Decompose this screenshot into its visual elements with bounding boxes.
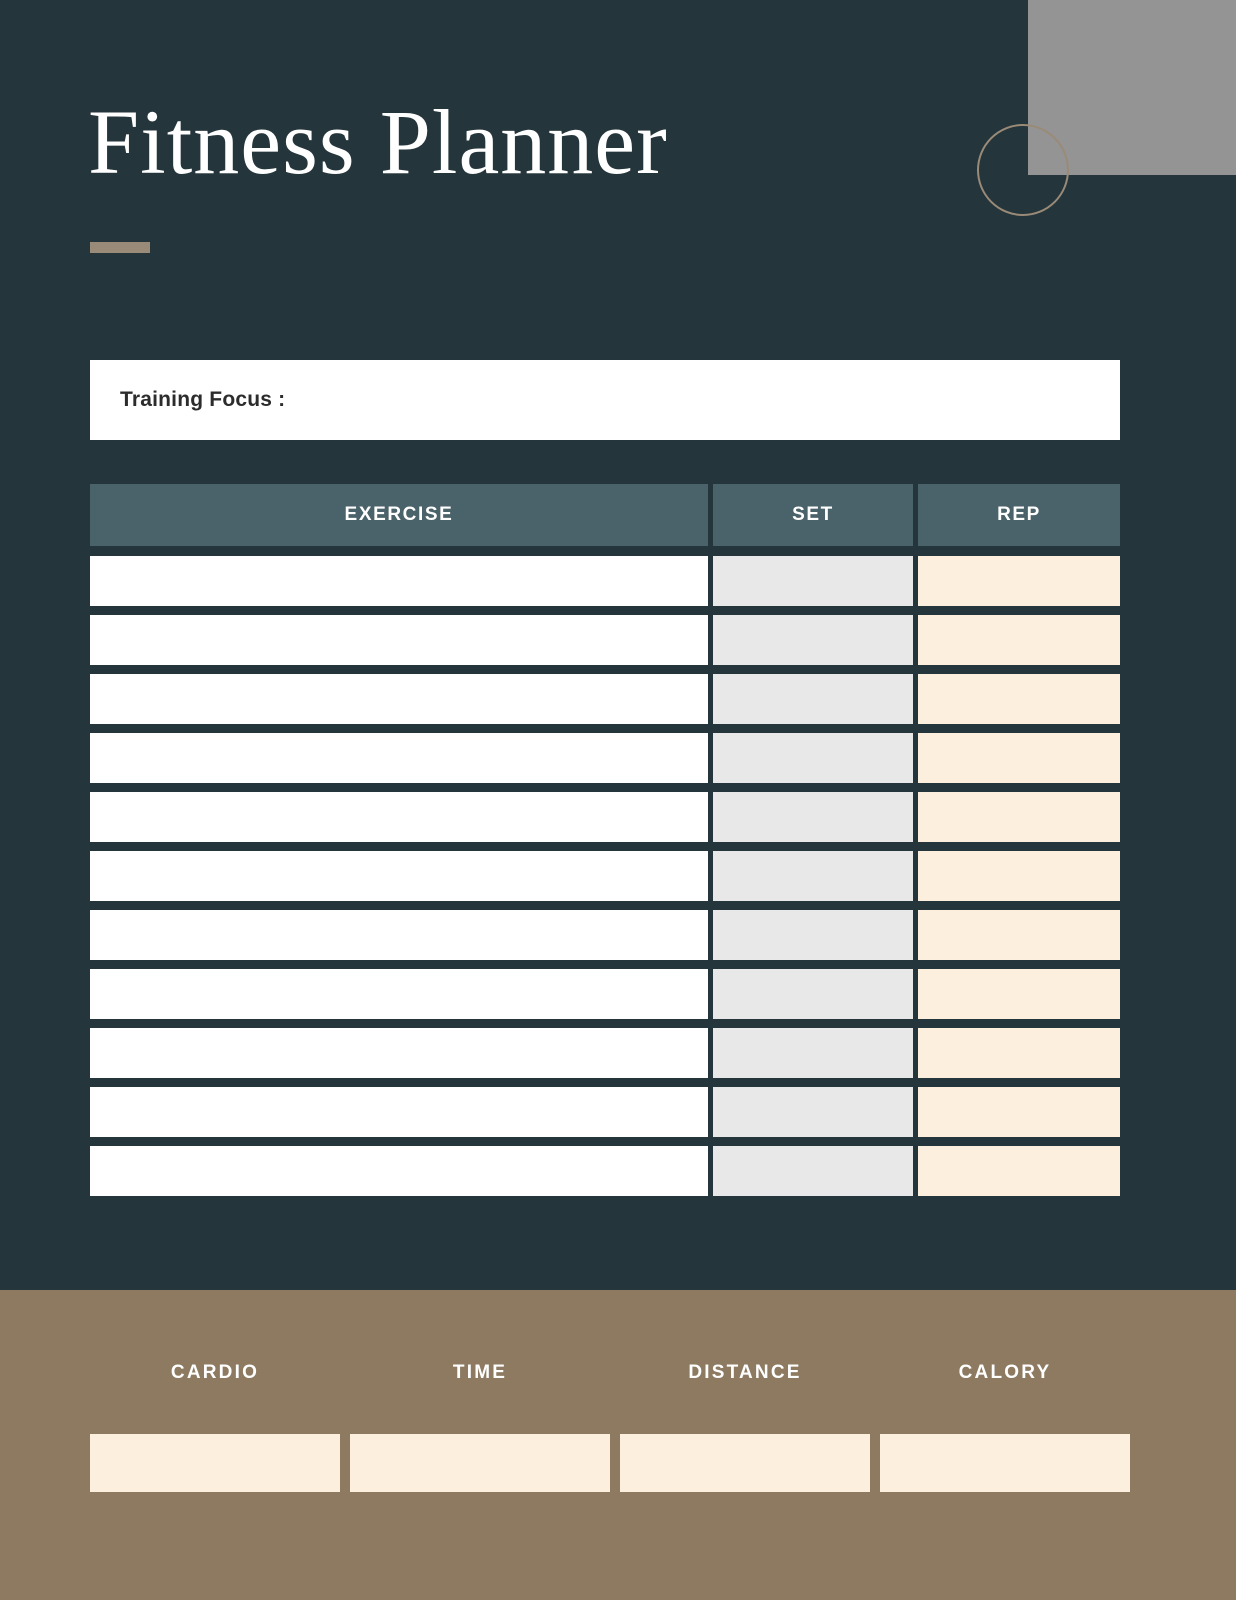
circle-outline-decoration bbox=[977, 124, 1069, 216]
set-input-cell[interactable] bbox=[713, 792, 913, 842]
set-input-cell[interactable] bbox=[713, 969, 913, 1019]
table-row bbox=[90, 792, 1120, 842]
cardio-label-cardio: CARDIO bbox=[170, 1362, 260, 1383]
exercise-input-cell[interactable] bbox=[90, 1087, 708, 1137]
exercise-input-cell[interactable] bbox=[90, 851, 708, 901]
set-input-cell[interactable] bbox=[713, 615, 913, 665]
training-focus-field[interactable]: Training Focus : bbox=[90, 360, 1120, 440]
set-input-cell[interactable] bbox=[713, 556, 913, 606]
exercise-input-cell[interactable] bbox=[90, 969, 708, 1019]
rep-input-cell[interactable] bbox=[918, 792, 1120, 842]
set-input-cell[interactable] bbox=[713, 851, 913, 901]
exercise-input-cell[interactable] bbox=[90, 792, 708, 842]
exercise-input-cell[interactable] bbox=[90, 910, 708, 960]
training-focus-label: Training Focus : bbox=[120, 388, 286, 411]
exercise-table: EXERCISE SET REP bbox=[90, 484, 1120, 1205]
cardio-fields-row bbox=[90, 1434, 1130, 1492]
rep-input-cell[interactable] bbox=[918, 969, 1120, 1019]
table-row bbox=[90, 1087, 1120, 1137]
column-header-set: SET bbox=[713, 484, 913, 546]
cardio-label-time: TIME bbox=[452, 1362, 508, 1383]
cardio-input-time[interactable] bbox=[350, 1434, 610, 1492]
set-input-cell[interactable] bbox=[713, 733, 913, 783]
rep-input-cell[interactable] bbox=[918, 1087, 1120, 1137]
set-input-cell[interactable] bbox=[713, 910, 913, 960]
rep-input-cell[interactable] bbox=[918, 1146, 1120, 1196]
cardio-section: CARDIO TIME DISTANCE CALORY bbox=[0, 1290, 1236, 1600]
column-header-exercise: EXERCISE bbox=[90, 484, 708, 546]
cardio-input-calory[interactable] bbox=[880, 1434, 1130, 1492]
set-input-cell[interactable] bbox=[713, 1087, 913, 1137]
table-row bbox=[90, 733, 1120, 783]
cardio-label-calory: CALORY bbox=[958, 1362, 1052, 1383]
rep-input-cell[interactable] bbox=[918, 733, 1120, 783]
set-input-cell[interactable] bbox=[713, 674, 913, 724]
cardio-input-distance[interactable] bbox=[620, 1434, 870, 1492]
cardio-labels-row: CARDIO TIME DISTANCE CALORY bbox=[90, 1362, 1120, 1384]
table-row bbox=[90, 1028, 1120, 1078]
page-title: Fitness Planner bbox=[88, 91, 668, 193]
rep-input-cell[interactable] bbox=[918, 910, 1120, 960]
rep-input-cell[interactable] bbox=[918, 1028, 1120, 1078]
table-body bbox=[90, 556, 1120, 1196]
set-input-cell[interactable] bbox=[713, 1028, 913, 1078]
table-row bbox=[90, 674, 1120, 724]
exercise-input-cell[interactable] bbox=[90, 1028, 708, 1078]
column-header-rep: REP bbox=[918, 484, 1120, 546]
table-row bbox=[90, 910, 1120, 960]
cardio-label-distance: DISTANCE bbox=[688, 1362, 802, 1383]
table-row bbox=[90, 969, 1120, 1019]
table-header-row: EXERCISE SET REP bbox=[90, 484, 1120, 546]
title-accent-bar bbox=[90, 242, 150, 253]
exercise-input-cell[interactable] bbox=[90, 674, 708, 724]
exercise-input-cell[interactable] bbox=[90, 733, 708, 783]
table-row bbox=[90, 615, 1120, 665]
exercise-input-cell[interactable] bbox=[90, 1146, 708, 1196]
exercise-input-cell[interactable] bbox=[90, 556, 708, 606]
exercise-input-cell[interactable] bbox=[90, 615, 708, 665]
cardio-input-cardio[interactable] bbox=[90, 1434, 340, 1492]
table-row bbox=[90, 556, 1120, 606]
rep-input-cell[interactable] bbox=[918, 851, 1120, 901]
set-input-cell[interactable] bbox=[713, 1146, 913, 1196]
rep-input-cell[interactable] bbox=[918, 674, 1120, 724]
rep-input-cell[interactable] bbox=[918, 556, 1120, 606]
table-row bbox=[90, 1146, 1120, 1196]
rep-input-cell[interactable] bbox=[918, 615, 1120, 665]
table-row bbox=[90, 851, 1120, 901]
